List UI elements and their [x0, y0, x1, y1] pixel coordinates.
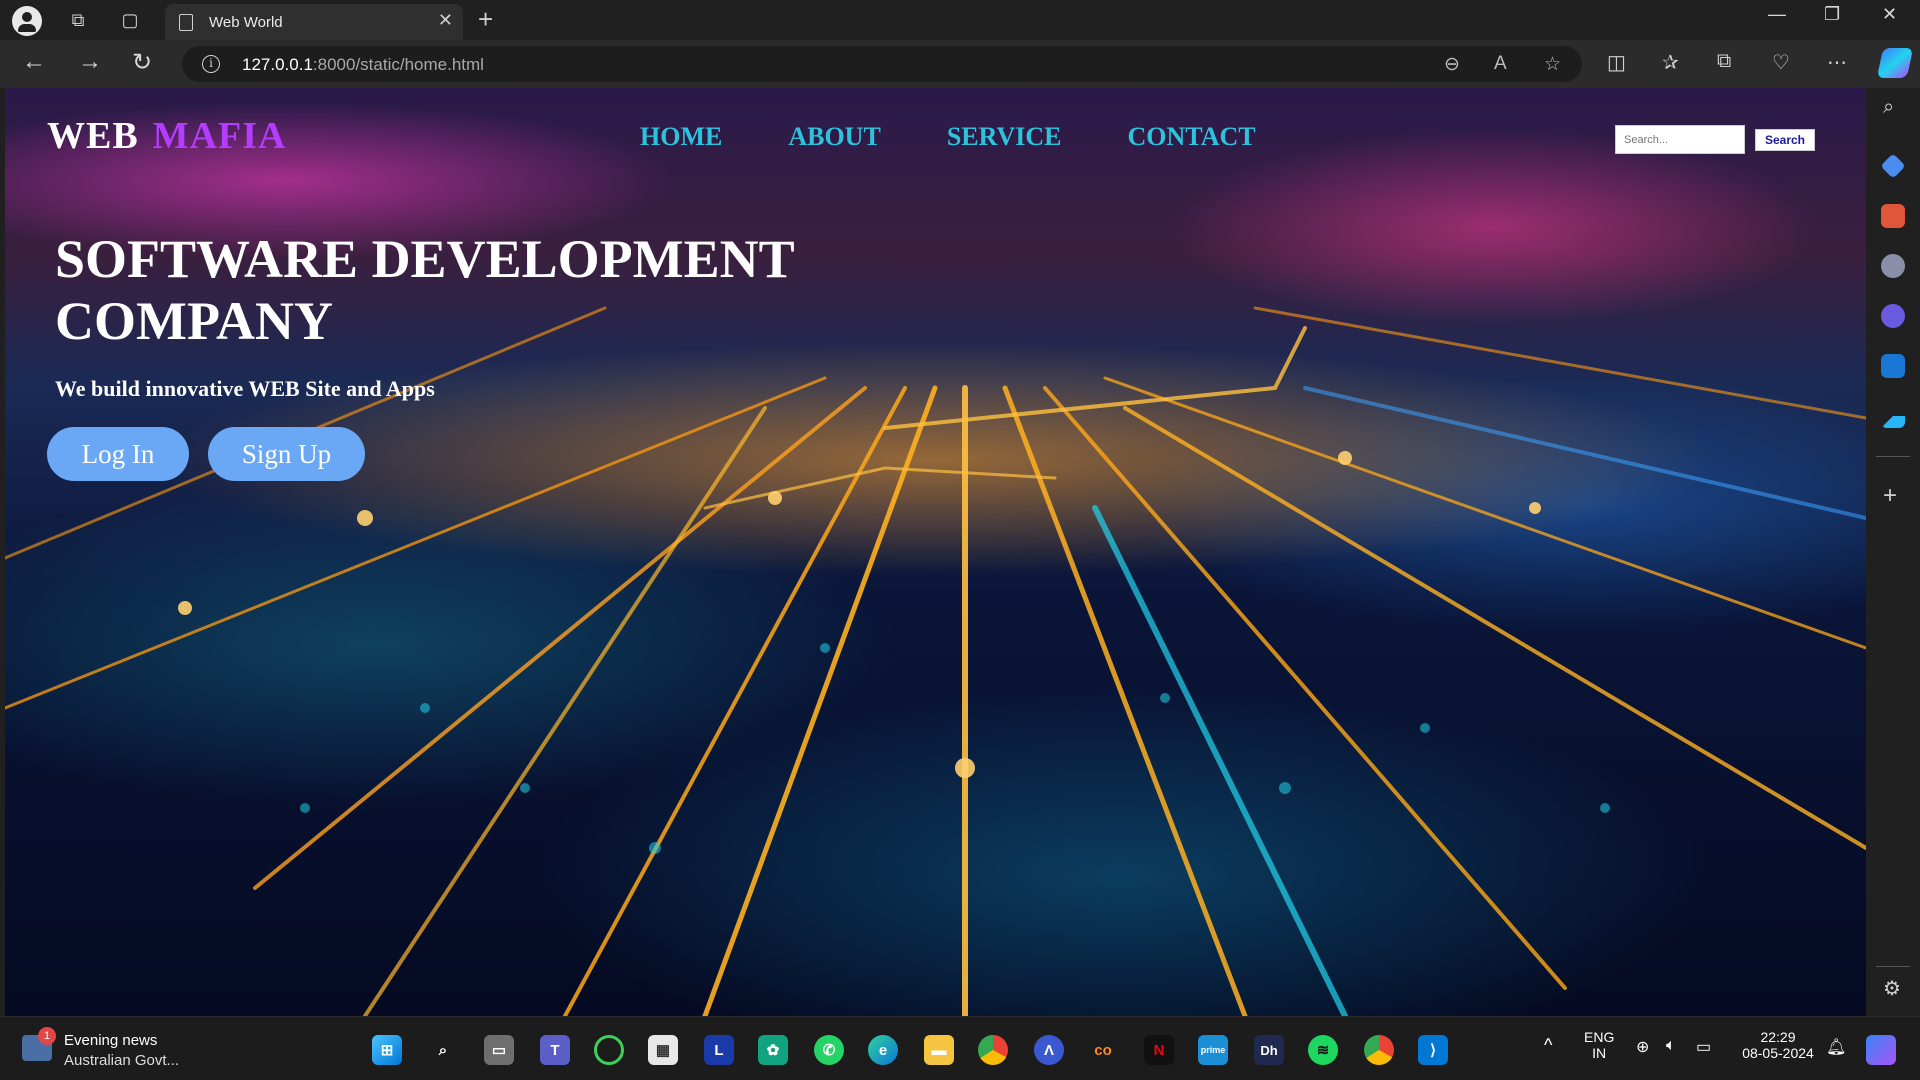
address-bar[interactable]: i 127.0.0.1:8000/static/home.html ⊖ A ☆	[182, 46, 1582, 82]
tab-close-button[interactable]: ✕	[438, 10, 453, 31]
site-logo[interactable]: WEB MAFIA	[47, 114, 286, 158]
language-code: ENG	[1584, 1029, 1615, 1045]
microsoft-store-icon[interactable]: ▦	[648, 1035, 678, 1065]
copilot-icon[interactable]	[1876, 48, 1914, 78]
split-screen-icon[interactable]: ◫	[1607, 50, 1626, 75]
sidebar-divider	[1876, 456, 1910, 457]
windows-taskbar: 1 Evening news Australian Govt... ⊞ ⌕ ▭ …	[0, 1016, 1920, 1080]
forward-icon[interactable]: →	[78, 48, 102, 76]
refresh-app-icon[interactable]	[594, 1035, 624, 1065]
clock-time: 22:29	[1760, 1029, 1796, 1045]
add-sidebar-app-icon[interactable]: +	[1883, 482, 1897, 510]
dh-app-icon[interactable]: Dh	[1254, 1035, 1284, 1065]
l-app-icon[interactable]: L	[704, 1035, 734, 1065]
whatsapp-icon[interactable]: ✆	[814, 1035, 844, 1065]
news-title[interactable]: Evening news	[64, 1032, 157, 1049]
brand-mafia: MAFIA	[152, 115, 287, 157]
profile-icon[interactable]	[12, 6, 42, 36]
address-toolbar: ← → ↻ i 127.0.0.1:8000/static/home.html …	[0, 40, 1920, 88]
prime-video-icon[interactable]: prime	[1198, 1035, 1228, 1065]
chrome-profile-icon[interactable]	[1364, 1035, 1394, 1065]
workspaces-icon[interactable]: ⧉	[64, 6, 92, 34]
restore-button[interactable]: ❐	[1824, 4, 1840, 25]
zoom-out-icon[interactable]: ⊖	[1444, 53, 1460, 76]
arc-app-icon[interactable]: Λ	[1034, 1035, 1064, 1065]
teams-icon[interactable]: T	[540, 1035, 570, 1065]
volume-icon[interactable]: 🔈︎	[1666, 1037, 1676, 1055]
notification-bell-icon[interactable]: 🔔︎	[1826, 1037, 1846, 1057]
battery-icon[interactable]: ▭	[1696, 1037, 1711, 1057]
clock-date: 08-05-2024	[1742, 1045, 1814, 1061]
sidebar-settings-icon[interactable]: ⚙	[1883, 976, 1901, 1001]
spotify-icon[interactable]: ≋	[1308, 1035, 1338, 1065]
close-window-button[interactable]: ✕	[1882, 4, 1897, 25]
file-explorer-icon[interactable]: ▬	[924, 1035, 954, 1065]
edge-sidebar: ⌕ + ⚙	[1866, 88, 1920, 1016]
microsoft-365-icon[interactable]	[1881, 304, 1905, 328]
show-hidden-icons[interactable]: ^	[1544, 1035, 1552, 1056]
more-menu-icon[interactable]: ⋯	[1827, 50, 1847, 75]
news-badge: 1	[38, 1027, 56, 1045]
copilot-taskbar-icon[interactable]	[1866, 1035, 1896, 1065]
web-page: WEB MAFIA HOME ABOUT SERVICE CONTACT Sear…	[5, 88, 1866, 1016]
new-tab-button[interactable]: +	[478, 4, 493, 35]
nav-about[interactable]: ABOUT	[788, 122, 880, 152]
browser-essentials-icon[interactable]: ♡	[1772, 50, 1790, 75]
nav-service[interactable]: SERVICE	[947, 122, 1062, 152]
drop-icon[interactable]	[1881, 404, 1905, 428]
games-icon[interactable]	[1881, 254, 1905, 278]
tools-icon[interactable]	[1881, 204, 1905, 228]
shopping-tag-icon[interactable]	[1880, 153, 1906, 179]
tab-web-world[interactable]: Web World ✕	[165, 4, 463, 40]
read-aloud-icon[interactable]: A	[1494, 53, 1507, 75]
netflix-icon[interactable]: N	[1144, 1035, 1174, 1065]
url-text[interactable]: 127.0.0.1:8000/static/home.html	[242, 55, 484, 75]
brand-web: WEB	[47, 115, 139, 157]
signup-button[interactable]: Sign Up	[208, 427, 365, 481]
start-menu-icon[interactable]: ⊞	[372, 1035, 402, 1065]
chrome-icon[interactable]	[978, 1035, 1008, 1065]
login-button[interactable]: Log In	[47, 427, 189, 481]
favorite-star-icon[interactable]: ☆	[1544, 53, 1561, 76]
main-nav: HOME ABOUT SERVICE CONTACT	[640, 122, 1256, 152]
language-indicator[interactable]: ENG IN	[1584, 1029, 1614, 1061]
taskbar-search-icon[interactable]: ⌕	[428, 1035, 458, 1065]
hero-subtitle: We build innovative WEB Site and Apps	[55, 376, 435, 401]
search-input[interactable]	[1615, 125, 1745, 154]
chatgpt-icon[interactable]: ✿	[758, 1035, 788, 1065]
clock[interactable]: 22:29 08-05-2024	[1738, 1029, 1818, 1061]
co-app-icon[interactable]: co	[1088, 1035, 1118, 1065]
news-subtitle[interactable]: Australian Govt...	[64, 1052, 179, 1069]
network-icon[interactable]: ⊕	[1636, 1037, 1649, 1057]
search-button[interactable]: Search	[1755, 129, 1815, 151]
region-code: IN	[1592, 1045, 1607, 1061]
minimize-button[interactable]: —	[1768, 4, 1786, 25]
browser-titlebar: ⧉ ▢ Web World ✕ + — ❐ ✕	[0, 0, 1920, 40]
tab-actions-icon[interactable]: ▢	[116, 6, 144, 34]
sidebar-divider-bottom	[1876, 966, 1910, 967]
page-icon	[179, 14, 193, 31]
nav-contact[interactable]: CONTACT	[1128, 122, 1256, 152]
url-host: 127.0.0.1	[242, 55, 313, 74]
favorites-icon[interactable]: ✰	[1662, 50, 1679, 75]
collections-icon[interactable]: ⧉	[1717, 50, 1731, 73]
nav-home[interactable]: HOME	[640, 122, 722, 152]
sidebar-search-icon[interactable]: ⌕	[1883, 96, 1894, 119]
refresh-icon[interactable]: ↻	[132, 48, 152, 77]
tab-title: Web World	[209, 14, 283, 31]
task-view-icon[interactable]: ▭	[484, 1035, 514, 1065]
url-path: :8000/static/home.html	[312, 55, 484, 74]
outlook-icon[interactable]	[1881, 354, 1905, 378]
hero-title: SOFTWARE DEVELOPMENT COMPANY	[55, 229, 794, 351]
edge-icon[interactable]: e	[868, 1035, 898, 1065]
site-info-icon[interactable]: i	[202, 55, 220, 73]
back-icon[interactable]: ←	[22, 48, 46, 76]
vscode-icon[interactable]: ⟩	[1418, 1035, 1448, 1065]
